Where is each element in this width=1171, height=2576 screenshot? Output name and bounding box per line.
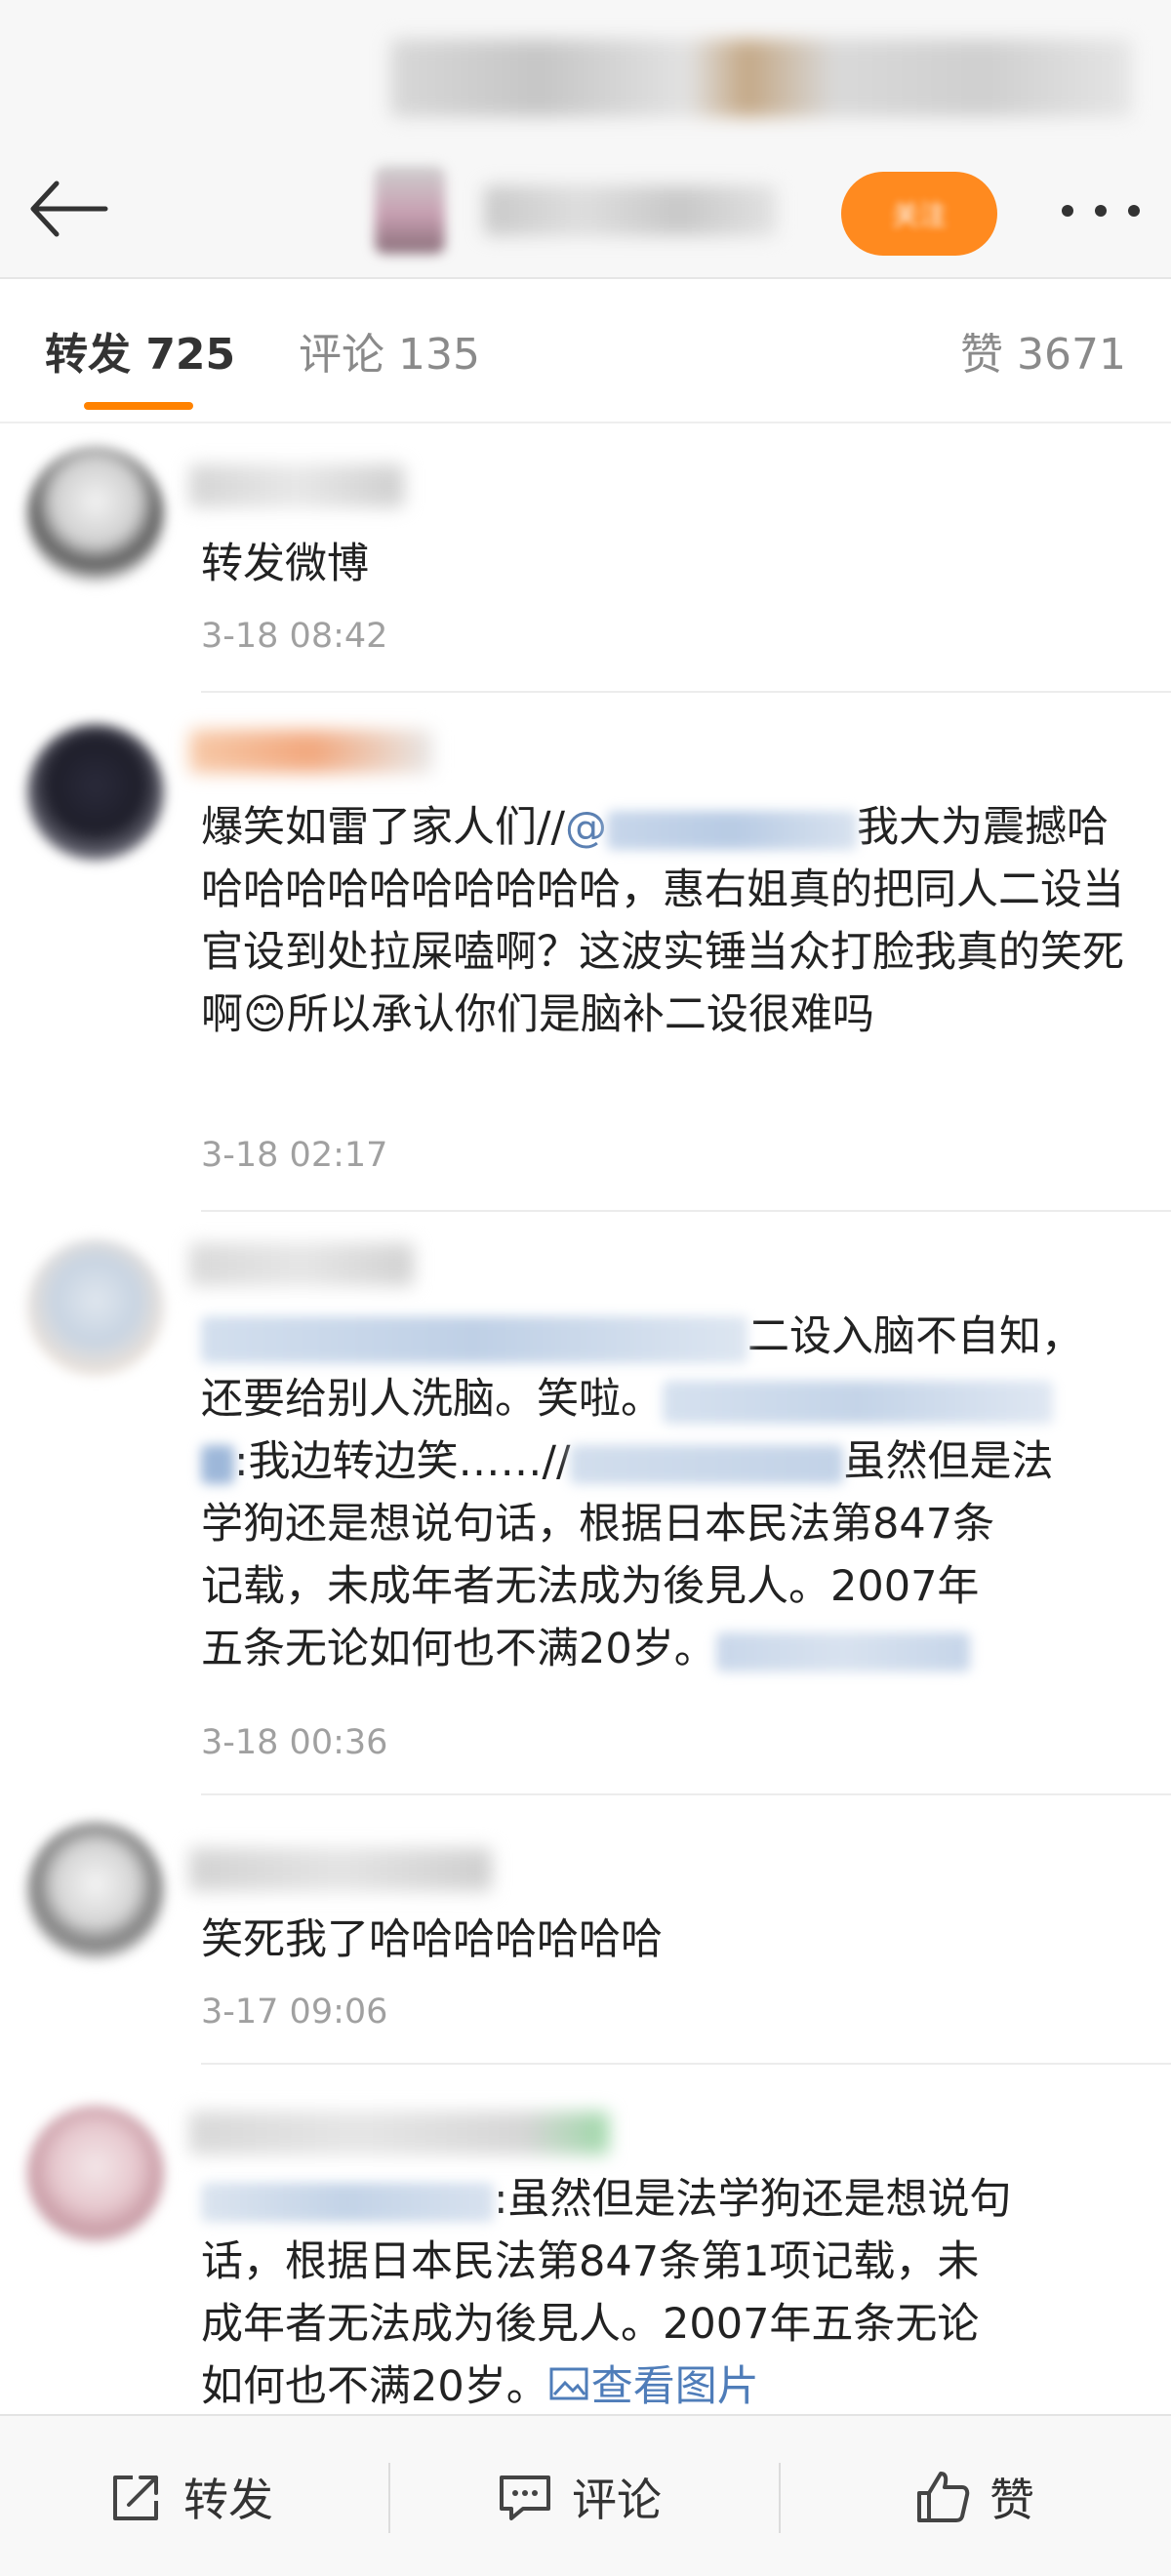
avatar[interactable] — [27, 1823, 164, 1959]
timestamp: 3-18 02:17 — [201, 1136, 388, 1175]
blurred-mention — [663, 1380, 1053, 1424]
like-button[interactable]: 赞 — [913, 2416, 1034, 2576]
repost-text-part: 如何也不满20岁。 — [201, 2362, 548, 2411]
repost-button-label: 转发 — [183, 2474, 273, 2526]
username[interactable] — [189, 1243, 414, 1286]
username[interactable] — [189, 730, 433, 773]
mention-link[interactable]: @ — [565, 803, 857, 852]
view-image-link[interactable]: 查看图片 — [548, 2362, 759, 2411]
repost-text: 爆笑如雷了家人们//@ 我大为震撼哈哈哈哈哈哈哈哈哈哈哈，惠右姐真的把同人二设当官… — [201, 796, 1148, 1046]
blurred-mention — [570, 1444, 844, 1484]
thumbs-up-icon — [917, 2472, 970, 2522]
follow-button[interactable]: 关注 — [841, 172, 997, 256]
active-tab-indicator — [84, 402, 193, 410]
back-button[interactable] — [27, 172, 121, 246]
list-item[interactable]: 转发微博 3-18 08:42 — [0, 425, 1171, 693]
back-arrow-icon — [30, 181, 108, 237]
list-item[interactable]: 爆笑如雷了家人们//@ 我大为震撼哈哈哈哈哈哈哈哈哈哈哈，惠右姐真的把同人二设当官… — [0, 695, 1171, 1212]
timestamp: 3-18 00:36 — [201, 1723, 388, 1762]
divider — [779, 2463, 781, 2533]
view-image-label: 查看图片 — [590, 2362, 759, 2411]
divider — [201, 691, 1171, 693]
timestamp: 3-18 08:42 — [201, 617, 388, 656]
avatar[interactable] — [27, 2106, 164, 2242]
more-dot-icon — [1128, 205, 1140, 217]
repost-text-part: :我边转边笑……// — [234, 1437, 571, 1486]
timestamp: 3-17 09:06 — [201, 1992, 388, 2032]
more-dot-icon — [1095, 205, 1107, 217]
like-button-label: 赞 — [989, 2474, 1034, 2526]
repost-text-part: 爆笑如雷了家人们// — [201, 803, 565, 852]
divider — [388, 2463, 390, 2533]
repost-text-part: 虽然但是法 — [843, 1437, 1054, 1486]
avatar[interactable] — [27, 447, 164, 584]
image-icon — [549, 2367, 588, 2400]
blurred-mention — [201, 1444, 234, 1484]
mention-at: @ — [564, 803, 607, 852]
blurred-link[interactable] — [715, 1631, 970, 1671]
repost-text-part: 还要给别人洗脑。笑啦。 — [201, 1375, 663, 1424]
list-item[interactable]: :虽然但是法学狗还是想说句 话，根据日本民法第847条第1项记载，未 成年者无法… — [0, 2067, 1171, 2414]
username[interactable] — [189, 464, 404, 507]
avatar[interactable] — [27, 1239, 164, 1376]
share-icon — [113, 2475, 158, 2520]
bottom-action-bar: 转发 评论 赞 — [0, 2414, 1171, 2576]
comment-button[interactable]: 评论 — [496, 2416, 662, 2576]
comment-button-label: 评论 — [572, 2474, 662, 2526]
avatar[interactable] — [27, 724, 164, 861]
divider — [201, 1210, 1171, 1212]
blurred-mention — [606, 810, 857, 850]
blurred-mention — [201, 2182, 494, 2222]
repost-text-part: 记载，未成年者无法成为後見人。2007年 — [201, 1562, 980, 1611]
repost-page: 关注 转发 725 评论 135 赞 3671 转发微博 3-18 08:42 … — [0, 0, 1171, 2576]
blurred-status-text — [390, 39, 1132, 117]
repost-text-part: :虽然但是法学狗还是想说句 — [494, 2175, 1012, 2224]
comment-icon — [500, 2475, 550, 2520]
more-button[interactable] — [1062, 191, 1140, 230]
username[interactable] — [189, 2112, 609, 2154]
tab-repost[interactable]: 转发 725 — [45, 328, 235, 382]
divider — [201, 1793, 1171, 1795]
list-item[interactable]: 笑死我了哈哈哈哈哈哈哈 3-17 09:06 — [0, 1797, 1171, 2065]
list-item[interactable]: 二设入脑不自知， 还要给别人洗脑。笑啦。 :我边转边笑……// 虽然但是法 学狗还… — [0, 1214, 1171, 1795]
repost-text-part: 所以承认你们是脑补二设很难吗 — [286, 990, 874, 1039]
repost-text: :虽然但是法学狗还是想说句 话，根据日本民法第847条第1项记载，未 成年者无法… — [201, 2168, 1148, 2414]
repost-text-part: 成年者无法成为後見人。2007年五条无论 — [201, 2300, 980, 2349]
divider — [201, 2063, 1171, 2065]
repost-text-part: 五条无论如何也不满20岁。 — [201, 1625, 716, 1673]
smile-emoji-icon: 😊 — [243, 990, 287, 1039]
tab-like[interactable]: 赞 3671 — [960, 328, 1126, 382]
repost-text-part: 二设入脑不自知， — [747, 1312, 1083, 1361]
username[interactable] — [189, 1848, 492, 1891]
tab-bar: 转发 725 评论 135 赞 3671 — [0, 281, 1171, 423]
more-dot-icon — [1062, 205, 1073, 217]
follow-label: 关注 — [891, 199, 947, 231]
tab-comment[interactable]: 评论 135 — [299, 328, 480, 382]
blurred-mention — [201, 1315, 747, 1363]
repost-text: 转发微博 — [201, 540, 369, 588]
top-header: 关注 — [0, 0, 1171, 279]
author-avatar[interactable] — [375, 166, 445, 254]
repost-text: 二设入脑不自知， 还要给别人洗脑。笑啦。 :我边转边笑……// 虽然但是法 学狗还… — [201, 1306, 1148, 1680]
repost-button[interactable]: 转发 — [107, 2416, 273, 2576]
repost-text: 笑死我了哈哈哈哈哈哈哈 — [201, 1915, 663, 1964]
repost-text-part: 话，根据日本民法第847条第1项记载，未 — [201, 2237, 980, 2286]
author-name[interactable] — [484, 185, 777, 236]
repost-text-part: 学狗还是想说句话，根据日本民法第847条 — [201, 1500, 995, 1549]
